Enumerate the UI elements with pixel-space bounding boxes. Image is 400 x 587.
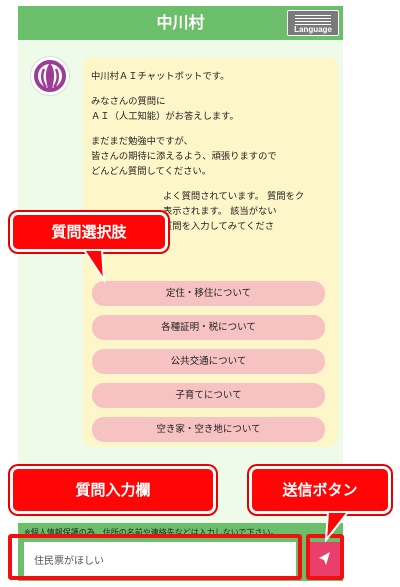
choice-button-relocation[interactable]: 定住・移住について [92, 281, 325, 306]
village-emblem-icon [34, 60, 66, 92]
input-callout: 質問入力欄 [10, 466, 216, 514]
choice-button-vacant-houses[interactable]: 空き家・空き地について [92, 417, 325, 442]
choice-button-childcare[interactable]: 子育てについて [92, 383, 325, 408]
bot-avatar [30, 56, 70, 96]
language-button-label: Language [294, 25, 332, 34]
send-callout: 送信ボタン [249, 466, 391, 514]
bot-message-text: 中川村ＡＩチャットボットです。 [91, 71, 230, 82]
bot-message-text: みなさんの質問に ＡＩ（人工知能）がお答えします。 [91, 96, 239, 122]
app-header: 中川村 Language [18, 6, 343, 40]
choices-callout-pointer [82, 249, 106, 284]
language-button[interactable]: Language [287, 10, 339, 36]
choice-button-certificates-tax[interactable]: 各種証明・税について [92, 315, 325, 340]
choice-button-public-transport[interactable]: 公共交通について [92, 349, 325, 374]
input-highlight [8, 534, 302, 580]
choices-callout: 質問選択肢 [10, 212, 168, 252]
send-callout-pointer [324, 511, 351, 542]
bot-message-text: まだまだ勉強中ですが、 皆さんの期待に添えるよう、頑張りますので どんどん質問し… [91, 136, 277, 177]
